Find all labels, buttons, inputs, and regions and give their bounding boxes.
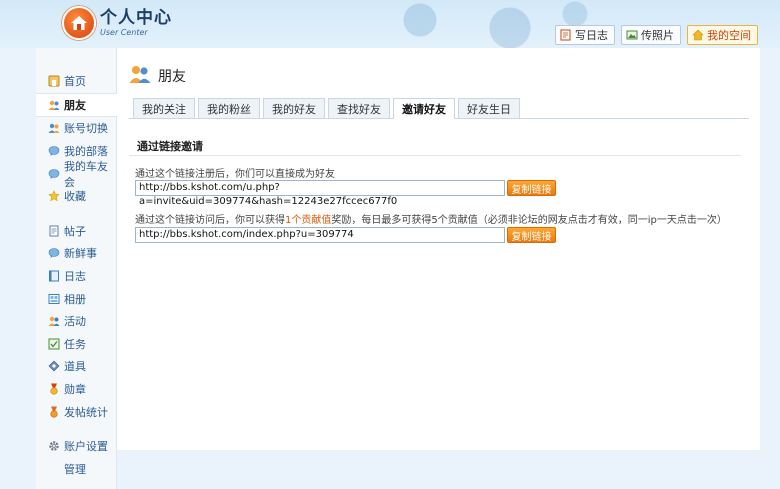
logo[interactable]: 个人中心 User Center	[62, 6, 172, 40]
sidebar-item-whats-new[interactable]: 新鲜事	[36, 242, 116, 265]
sidebar-item-label: 活动	[64, 315, 86, 329]
sidebar-item-manage[interactable]: 管理	[36, 458, 116, 481]
sidebar-item-label: 任务	[64, 337, 86, 351]
stats-icon	[48, 406, 60, 418]
sidebar-item-label: 勋章	[64, 383, 86, 397]
journal-icon	[48, 270, 60, 282]
logo-title: 个人中心	[100, 7, 172, 28]
tab-friend-birthdays[interactable]: 好友生日	[458, 98, 520, 118]
home-icon	[48, 75, 60, 87]
sidebar-item-label: 日志	[64, 270, 86, 284]
invite-visit-desc-suffix: 奖励，每日最多可获得5个贡献值（必须非论坛的网友点击才有效，同一ip一天点击一次…	[331, 215, 727, 226]
upload-photo-button[interactable]: 传照片	[621, 25, 681, 45]
page-header: 朋友	[129, 64, 186, 87]
tab-invite-friends[interactable]: 邀请好友	[393, 98, 455, 119]
sidebar-item-label: 管理	[64, 462, 86, 476]
activity-icon	[48, 315, 60, 327]
sidebar-item-label: 账户设置	[64, 440, 108, 454]
sidebar-item-post-stats[interactable]: 发帖统计	[36, 400, 116, 423]
sidebar-item-friends[interactable]: 朋友	[36, 92, 117, 118]
sidebar-item-label: 收藏	[64, 190, 86, 204]
tab-followers[interactable]: 我的粉丝	[198, 98, 260, 118]
switch-account-icon	[48, 122, 60, 134]
upload-photo-label: 传照片	[641, 29, 674, 42]
section-divider	[129, 155, 741, 156]
header-actions: 写日志 传照片 我的空间	[555, 25, 758, 45]
logo-text: 个人中心 User Center	[100, 7, 172, 37]
invite-visit-desc: 通过这个链接访问后，你可以获得1个贡献值奖励，每日最多可获得5个贡献值（必须非论…	[135, 211, 727, 226]
sidebar-item-car-club[interactable]: 我的车友会	[36, 160, 116, 189]
section-title: 通过链接邀请	[137, 140, 203, 153]
invite-register-link-field[interactable]: http://bbs.kshot.com/u.php?a=invite&uid=…	[135, 180, 505, 207]
tool-icon	[48, 360, 60, 372]
home-icon	[692, 29, 704, 41]
sidebar-item-journal[interactable]: 日志	[36, 265, 116, 288]
sidebar-item-label: 新鲜事	[64, 247, 97, 261]
sidebar-item-label: 账号切换	[64, 122, 108, 136]
my-space-label: 我的空间	[707, 29, 751, 42]
sidebar-item-label: 我的部落	[64, 145, 108, 159]
chat-bubble-icon	[48, 247, 60, 259]
document-icon	[48, 225, 60, 237]
copy-register-link-button[interactable]: 复制链接	[507, 180, 556, 196]
chat-bubble-icon	[48, 168, 60, 180]
friends-tabs: 我的关注 我的粉丝 我的好友 查找好友 邀请好友 好友生日	[129, 98, 749, 119]
my-space-button[interactable]: 我的空间	[687, 25, 758, 45]
sidebar-item-medals[interactable]: 勋章	[36, 378, 116, 401]
photo-icon	[626, 29, 638, 41]
sidebar-item-label: 朋友	[64, 98, 86, 112]
sidebar-item-home[interactable]: 首页	[36, 70, 116, 93]
sidebar-item-posts[interactable]: 帖子	[36, 220, 116, 243]
tab-my-friends[interactable]: 我的好友	[263, 98, 325, 118]
sidebar: 首页 朋友 账号切换 我的部落 我的车友会 收藏 帖子 新鲜事 日志 相册 活动	[36, 48, 117, 489]
friends-icon	[48, 99, 60, 111]
medal-icon	[48, 383, 60, 395]
contribution-reward: 1个贡献值	[285, 215, 332, 226]
invite-register-desc: 通过这个链接注册后，你们可以直接成为好友	[135, 169, 335, 180]
star-icon	[48, 190, 60, 202]
write-journal-label: 写日志	[575, 29, 608, 42]
pencil-icon	[560, 29, 572, 41]
tab-following[interactable]: 我的关注	[133, 98, 195, 118]
sidebar-item-switch-account[interactable]: 账号切换	[36, 117, 116, 140]
invite-visit-link-field[interactable]: http://bbs.kshot.com/index.php?u=309774	[135, 227, 505, 243]
sidebar-item-tasks[interactable]: 任务	[36, 333, 116, 356]
sidebar-item-activity[interactable]: 活动	[36, 310, 116, 333]
task-icon	[48, 338, 60, 350]
page-title: 朋友	[158, 68, 186, 85]
copy-visit-link-button[interactable]: 复制链接	[507, 227, 556, 243]
sidebar-divider	[36, 423, 116, 435]
album-icon	[48, 293, 60, 305]
home-logo-icon	[62, 6, 96, 40]
invite-visit-desc-prefix: 通过这个链接访问后，你可以获得	[135, 215, 285, 226]
friends-icon	[129, 64, 151, 87]
logo-subtitle: User Center	[100, 27, 148, 37]
tab-find-friends[interactable]: 查找好友	[328, 98, 390, 118]
sidebar-item-label: 相册	[64, 292, 86, 306]
sidebar-item-tools[interactable]: 道具	[36, 355, 116, 378]
sidebar-item-label: 我的车友会	[64, 159, 108, 189]
sidebar-item-label: 道具	[64, 360, 86, 374]
main-content: 朋友 我的关注 我的粉丝 我的好友 查找好友 邀请好友 好友生日 通过链接邀请 …	[117, 48, 760, 450]
write-journal-button[interactable]: 写日志	[555, 25, 615, 45]
gear-icon	[48, 440, 60, 452]
sidebar-divider	[36, 208, 116, 220]
sidebar-item-label: 首页	[64, 75, 86, 89]
top-header: 个人中心 User Center 写日志 传照片 我的空间	[0, 0, 780, 48]
sidebar-item-album[interactable]: 相册	[36, 287, 116, 310]
sidebar-item-label: 帖子	[64, 224, 86, 238]
sidebar-item-label: 发帖统计	[64, 405, 108, 419]
sidebar-item-account-settings[interactable]: 账户设置	[36, 435, 116, 458]
chat-bubble-icon	[48, 145, 60, 157]
